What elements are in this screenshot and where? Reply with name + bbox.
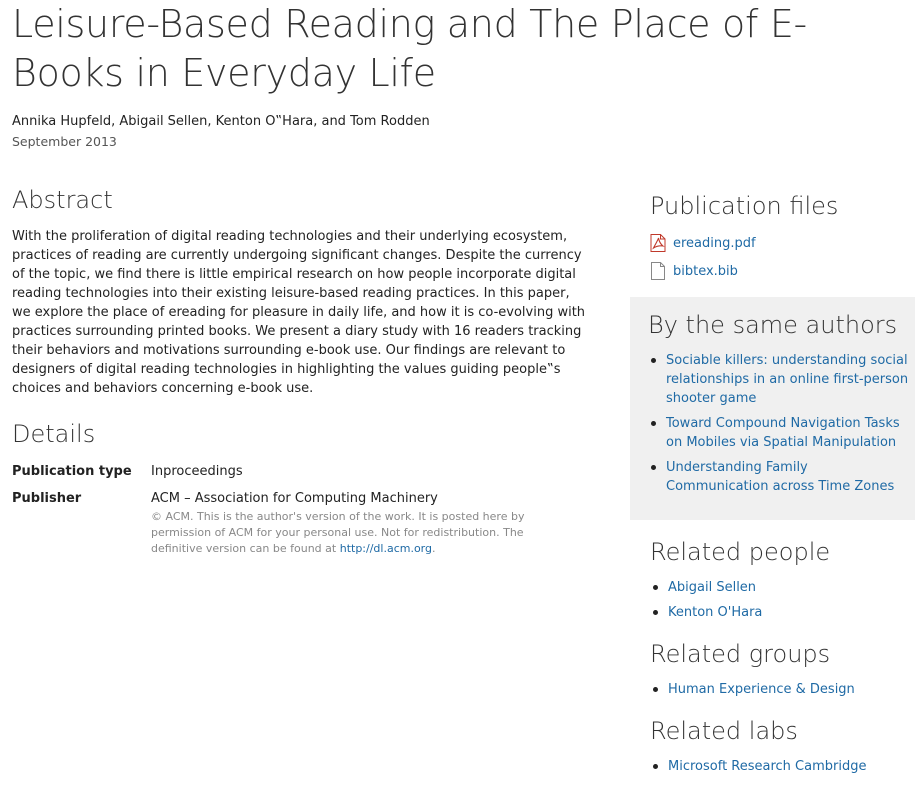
- related-people-heading: Related people: [650, 538, 831, 566]
- main-content: Abstract With the proliferation of digit…: [12, 184, 592, 569]
- file-link-bib[interactable]: bibtex.bib: [673, 264, 738, 279]
- details-table: Publication type Inproceedings Publisher…: [12, 464, 592, 557]
- related-labs-heading: Related labs: [650, 717, 798, 745]
- list-item: Toward Compound Navigation Tasks on Mobi…: [648, 414, 909, 452]
- publisher-value: ACM – Association for Computing Machiner…: [151, 491, 438, 506]
- page-title: Leisure-Based Reading and The Place of E…: [12, 2, 807, 95]
- same-author-link-3[interactable]: Understanding Family Communication acros…: [666, 460, 894, 494]
- same-authors-heading: By the same authors: [648, 311, 898, 339]
- abstract-text: With the proliferation of digital readin…: [12, 229, 586, 396]
- publisher-note-end: .: [432, 542, 436, 555]
- related-people-section: Related people Abigail Sellen Kenton O'H…: [630, 536, 915, 622]
- publication-files-heading: Publication files: [650, 192, 839, 220]
- related-people-list: Abigail Sellen Kenton O'Hara: [650, 578, 915, 622]
- publisher-value-block: ACM – Association for Computing Machiner…: [151, 491, 531, 557]
- publisher-label: Publisher: [12, 491, 82, 506]
- list-item: Abigail Sellen: [650, 578, 915, 597]
- author-list: Annika Hupfeld, Abigail Sellen, Kenton O…: [12, 114, 430, 129]
- list-item: Understanding Family Communication acros…: [648, 458, 909, 496]
- publisher-copyright-note: © ACM. This is the author's version of t…: [151, 509, 531, 557]
- publication-type-value: Inproceedings: [151, 464, 243, 479]
- publication-type-label: Publication type: [12, 464, 132, 479]
- lab-link-msr-cambridge[interactable]: Microsoft Research Cambridge: [668, 759, 866, 774]
- list-item: Kenton O'Hara: [650, 603, 915, 622]
- abstract-heading: Abstract: [12, 186, 113, 214]
- related-labs-section: Related labs Microsoft Research Cambridg…: [630, 715, 915, 776]
- same-author-link-2[interactable]: Toward Compound Navigation Tasks on Mobi…: [666, 416, 900, 450]
- publisher-note-text: © ACM. This is the author's version of t…: [151, 510, 525, 555]
- pdf-file-icon: [650, 234, 666, 252]
- detail-row-publication-type: Publication type Inproceedings: [12, 464, 592, 479]
- file-item-bib: bibtex.bib: [650, 262, 915, 280]
- same-authors-box: By the same authors Sociable killers: un…: [630, 297, 915, 520]
- publication-files-section: Publication files ereading.pdf bibtex.bi…: [630, 190, 915, 280]
- related-groups-list: Human Experience & Design: [650, 680, 915, 699]
- related-groups-heading: Related groups: [650, 640, 831, 668]
- document-file-icon: [650, 262, 666, 280]
- publication-date: September 2013: [12, 134, 117, 149]
- details-heading: Details: [12, 420, 96, 448]
- same-author-link-1[interactable]: Sociable killers: understanding social r…: [666, 353, 908, 406]
- detail-row-publisher: Publisher ACM – Association for Computin…: [12, 491, 592, 557]
- file-link-pdf[interactable]: ereading.pdf: [673, 236, 756, 251]
- acm-dl-link[interactable]: http://dl.acm.org: [340, 542, 432, 555]
- same-authors-list: Sociable killers: understanding social r…: [648, 351, 909, 496]
- list-item: Microsoft Research Cambridge: [650, 757, 915, 776]
- file-item-pdf: ereading.pdf: [650, 234, 915, 252]
- list-item: Human Experience & Design: [650, 680, 915, 699]
- person-link-abigail-sellen[interactable]: Abigail Sellen: [668, 580, 756, 595]
- related-labs-list: Microsoft Research Cambridge: [650, 757, 915, 776]
- person-link-kenton-ohara[interactable]: Kenton O'Hara: [668, 605, 762, 620]
- list-item: Sociable killers: understanding social r…: [648, 351, 909, 408]
- sidebar: Publication files ereading.pdf bibtex.bi…: [630, 190, 915, 782]
- related-groups-section: Related groups Human Experience & Design: [630, 638, 915, 699]
- group-link-hxd[interactable]: Human Experience & Design: [668, 682, 855, 697]
